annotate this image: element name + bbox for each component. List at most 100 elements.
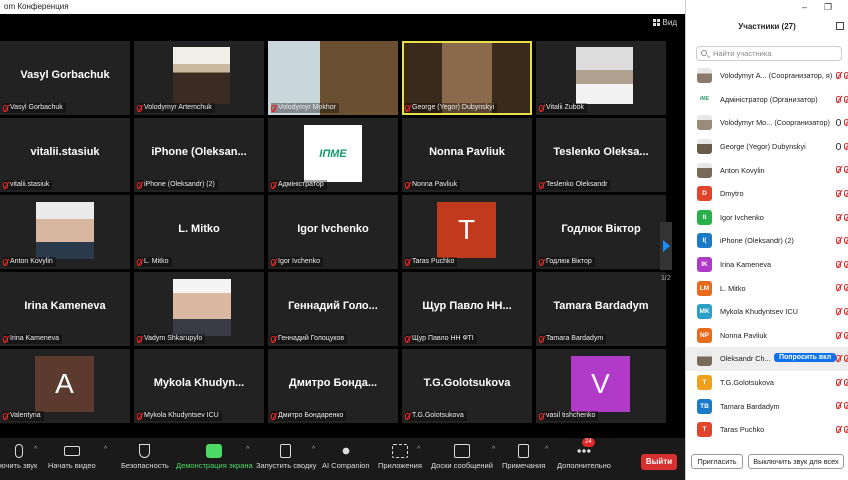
invite-button[interactable]: Пригласить [691,454,743,469]
video-tile[interactable]: ІПМЕ Адміністратор [268,118,398,192]
video-tile[interactable]: Irina Kameneva Irina Kameneva [0,272,130,346]
next-page-arrow[interactable] [660,222,672,270]
video-muted-icon[interactable] [844,142,848,150]
video-tile[interactable]: Vvasil tishchenko [536,349,666,423]
mic-muted-icon[interactable] [836,189,841,197]
mic-on-icon[interactable] [836,119,841,127]
exit-button[interactable]: Выйти [641,454,677,470]
video-muted-icon[interactable] [844,72,848,79]
video-tile[interactable]: Volodymyr Artemchuk [134,41,264,115]
view-button[interactable]: Вид [652,18,677,27]
video-tile[interactable]: Vitalii Zubok [536,41,666,115]
participant-row[interactable]: ІМЕ Адміністратор (Организатор) [686,88,848,112]
mic-muted-icon[interactable] [836,95,841,103]
chevron-up-icon[interactable]: ^ [545,446,548,453]
video-tile[interactable]: Volodymyr Mokhor [268,41,398,115]
participant-row[interactable]: I(iPhone (Oleksandr) (2) [686,229,848,253]
participant-row[interactable]: II Igor Ivchenko [686,206,848,230]
mic-muted-icon[interactable] [836,402,841,410]
mic-muted-icon[interactable] [836,331,841,339]
video-tile[interactable]: L. Mitko L. Mitko [134,195,264,269]
video-tile[interactable]: Геннадий Голо... Геннадий Голоцуков [268,272,398,346]
chevron-up-icon[interactable]: ^ [104,446,107,453]
toolbar-apps-button[interactable]: Приложения [378,444,422,470]
mic-muted-icon[interactable] [836,307,841,315]
mic-muted-icon[interactable] [836,284,841,292]
toolbar-summary-button[interactable]: Запустить сводку [256,444,316,470]
video-muted-icon[interactable] [844,189,848,197]
participant-row[interactable]: Volodymyr Mo... (Соорганизатор) [686,111,848,135]
video-muted-icon[interactable] [844,95,848,103]
mic-muted-icon[interactable] [836,378,841,386]
mic-muted-icon[interactable] [836,72,841,79]
video-muted-icon[interactable] [844,119,848,127]
ask-to-unmute-button[interactable]: Попросить вкл [774,353,837,363]
video-tile[interactable]: T.G.Golotsukova T.G.Golotsukova [402,349,532,423]
video-muted-icon[interactable] [844,331,848,339]
chevron-up-icon[interactable]: ^ [34,446,37,453]
chevron-up-icon[interactable]: ^ [246,446,249,453]
mic-on-icon[interactable] [836,142,841,150]
toolbar-security-button[interactable]: Безопасность [121,444,169,470]
video-muted-icon[interactable] [844,213,848,221]
toolbar-ai-button[interactable]: AI Companion [322,444,370,470]
participant-row[interactable]: IK Irina Kameneva [686,253,848,277]
video-tile[interactable]: Годлюк Віктор Годлюк Віктор [536,195,666,269]
video-tile[interactable]: Mykola Khudyn... Mykola Khudyntsev ICU [134,349,264,423]
video-tile[interactable]: Nonna Pavliuk Nonna Pavliuk [402,118,532,192]
video-muted-icon[interactable] [844,260,848,268]
participant-row[interactable]: TB Tamara Bardadym [686,394,848,418]
toolbar-unmute-button[interactable]: ючить звук [0,444,37,470]
video-tile[interactable]: Vasyl Gorbachuk Vasyl Gorbachuk [0,41,130,115]
video-tile[interactable]: Teslenko Oleksa... Teslenko Oleksandr [536,118,666,192]
participant-row[interactable]: Anton Kovylin [686,158,848,182]
video-tile[interactable]: vitalii.stasiuk vitalii.stasiuk [0,118,130,192]
participant-row[interactable]: Oleksandr Ch... Попросить вкл [686,347,848,371]
participant-search-input[interactable]: Найти участника [696,46,842,61]
video-muted-icon[interactable] [844,378,848,386]
video-tile[interactable]: Дмитро Бонда... Дмитро Бондаренко [268,349,398,423]
chevron-up-icon[interactable]: ^ [417,446,420,453]
video-tile[interactable]: George (Yegor) Dubynskyi [402,41,532,115]
mic-muted-icon[interactable] [836,166,841,174]
mic-muted-icon[interactable] [836,213,841,221]
video-tile[interactable]: Vadym Shkarupylo [134,272,264,346]
video-tile[interactable]: Щур Павло НН... Щур Павло НН ФТІ [402,272,532,346]
video-muted-icon[interactable] [844,166,848,174]
mic-muted-icon[interactable] [836,237,841,245]
toolbar-video-button[interactable]: Начать видео [48,444,96,470]
video-muted-icon[interactable] [844,402,848,410]
video-tile[interactable]: iPhone (Oleksan... iPhone (Oleksandr) (2) [134,118,264,192]
video-muted-icon[interactable] [844,425,848,433]
video-tile[interactable]: Igor Ivchenko Igor Ivchenko [268,195,398,269]
chevron-up-icon[interactable]: ^ [492,446,495,453]
participant-row[interactable]: D Dmytro [686,182,848,206]
participant-row[interactable]: T T.G.Golotsukova [686,371,848,395]
restore-icon[interactable]: ❐ [824,2,832,13]
mic-muted-icon[interactable] [836,355,841,363]
participant-row[interactable]: T Taras Puchko [686,418,848,442]
video-muted-icon[interactable] [844,284,848,292]
video-tile[interactable]: A Valentyna [0,349,130,423]
participant-row[interactable]: MK Mykola Khudyntsev ICU [686,300,848,324]
participant-row[interactable]: NP Nonna Pavliuk [686,324,848,348]
toolbar-share-button[interactable]: Демонстрация экрана [176,444,253,470]
mic-muted-icon[interactable] [836,260,841,268]
popout-icon[interactable] [836,22,844,30]
toolbar-more-button[interactable]: 24 Дополнительно [557,438,611,470]
chevron-up-icon[interactable]: ^ [312,446,315,453]
participant-row[interactable]: George (Yegor) Dubynskyi [686,135,848,159]
video-muted-icon[interactable] [844,307,848,315]
video-muted-icon[interactable] [844,355,848,363]
participant-row[interactable]: LM L. Mitko [686,276,848,300]
toolbar-whiteboards-button[interactable]: Доски сообщений [431,444,493,470]
video-tile[interactable]: Anton Kovylin [0,195,130,269]
toolbar-notes-button[interactable]: Примечания [502,444,545,470]
video-muted-icon[interactable] [844,237,848,245]
participant-row[interactable]: Volodymyr A... (Соорганизатор, я) [686,64,848,88]
mute-all-button[interactable]: Выключить звук для всех [748,454,844,469]
mic-muted-icon[interactable] [836,425,841,433]
minimize-icon[interactable]: – [802,2,807,12]
video-tile[interactable]: Tamara Bardadym Tamara Bardadym [536,272,666,346]
video-tile[interactable]: T Taras Puchko [402,195,532,269]
